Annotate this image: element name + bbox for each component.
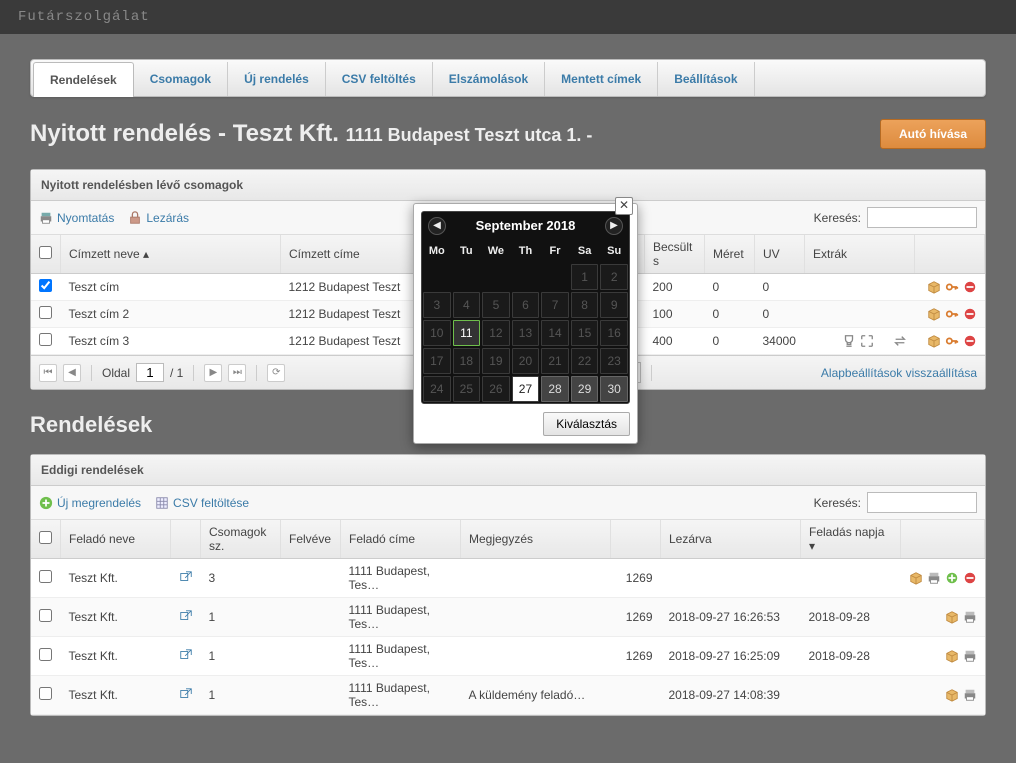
box-icon bbox=[945, 688, 959, 702]
row-checkbox[interactable] bbox=[39, 648, 52, 661]
cell-sender: Teszt Kft. bbox=[61, 637, 171, 676]
day-cell[interactable]: 16 bbox=[600, 320, 628, 346]
day-cell[interactable]: 8 bbox=[571, 292, 599, 318]
cell-closed: 2018-09-27 14:08:39 bbox=[661, 676, 801, 715]
day-cell[interactable]: 22 bbox=[571, 348, 599, 374]
day-cell[interactable]: 6 bbox=[512, 292, 540, 318]
cell-pday: 2018-09-28 bbox=[801, 637, 901, 676]
day-cell[interactable]: 25 bbox=[453, 376, 481, 402]
day-cell[interactable]: 27 bbox=[512, 376, 540, 402]
day-cell[interactable]: 1 bbox=[571, 264, 599, 290]
day-cell[interactable]: 12 bbox=[482, 320, 510, 346]
day-cell[interactable]: 19 bbox=[482, 348, 510, 374]
day-cell[interactable]: 24 bbox=[423, 376, 451, 402]
cell-addr: 1111 Budapest, Tes… bbox=[341, 637, 461, 676]
select-date-button[interactable]: Kiválasztás bbox=[543, 412, 630, 436]
day-cell[interactable]: 14 bbox=[541, 320, 569, 346]
day-cell[interactable]: 11 bbox=[453, 320, 481, 346]
next-month-button[interactable]: ▶ bbox=[605, 217, 623, 235]
day-cell[interactable]: 28 bbox=[541, 376, 569, 402]
day-cell[interactable]: 23 bbox=[600, 348, 628, 374]
cell-note: A küldemény feladó… bbox=[461, 676, 611, 715]
cell-note-num: 1269 bbox=[611, 637, 661, 676]
dow-header: Th bbox=[511, 239, 541, 263]
cell-addr: 1111 Budapest, Tes… bbox=[341, 676, 461, 715]
cell-note bbox=[461, 637, 611, 676]
day-cell[interactable]: 17 bbox=[423, 348, 451, 374]
dow-header: Tu bbox=[452, 239, 482, 263]
cell-closed: 2018-09-27 16:25:09 bbox=[661, 637, 801, 676]
day-cell[interactable]: 9 bbox=[600, 292, 628, 318]
order-row[interactable]: Teszt Kft.11111 Budapest, Tes…12692018-0… bbox=[31, 637, 985, 676]
day-cell[interactable]: 2 bbox=[600, 264, 628, 290]
order-row[interactable]: Teszt Kft. 1 1111 Budapest, Tes…A küldemén… bbox=[31, 676, 985, 715]
external-icon[interactable] bbox=[179, 648, 193, 662]
datepicker-title: September 2018 bbox=[476, 218, 576, 233]
box-icon bbox=[945, 649, 959, 663]
printer-icon[interactable] bbox=[963, 688, 977, 702]
day-cell[interactable]: 7 bbox=[541, 292, 569, 318]
cell-count: 1 bbox=[201, 637, 281, 676]
row-checkbox[interactable] bbox=[39, 687, 52, 700]
day-cell[interactable]: 3 bbox=[423, 292, 451, 318]
modal-overlay: ✕ ◀ September 2018 ▶ MoTuWeThFrSaSu 1234… bbox=[0, 0, 1016, 632]
day-cell[interactable]: 4 bbox=[453, 292, 481, 318]
cell-note-num bbox=[611, 676, 661, 715]
day-cell[interactable]: 30 bbox=[600, 376, 628, 402]
day-cell[interactable]: 15 bbox=[571, 320, 599, 346]
day-cell[interactable]: 18 bbox=[453, 348, 481, 374]
dow-header: Mo bbox=[422, 239, 452, 263]
day-cell[interactable]: 21 bbox=[541, 348, 569, 374]
day-cell[interactable]: 5 bbox=[482, 292, 510, 318]
dow-header: Fr bbox=[540, 239, 570, 263]
dow-header: Sa bbox=[570, 239, 600, 263]
dow-header: Su bbox=[599, 239, 629, 263]
day-cell[interactable]: 20 bbox=[512, 348, 540, 374]
prev-month-button[interactable]: ◀ bbox=[428, 217, 446, 235]
printer-icon[interactable] bbox=[963, 649, 977, 663]
dow-header: We bbox=[481, 239, 511, 263]
calendar-grid: MoTuWeThFrSaSu 1234567891011121314151617… bbox=[422, 239, 629, 403]
cell-count: 1 bbox=[201, 676, 281, 715]
day-cell[interactable]: 26 bbox=[482, 376, 510, 402]
cell-sender: Teszt Kft. bbox=[61, 676, 171, 715]
day-cell[interactable]: 10 bbox=[423, 320, 451, 346]
datepicker-dialog: ✕ ◀ September 2018 ▶ MoTuWeThFrSaSu 1234… bbox=[413, 203, 638, 444]
cell-pday bbox=[801, 676, 901, 715]
day-cell[interactable]: 29 bbox=[571, 376, 599, 402]
external-icon[interactable] bbox=[179, 687, 193, 701]
day-cell[interactable]: 13 bbox=[512, 320, 540, 346]
